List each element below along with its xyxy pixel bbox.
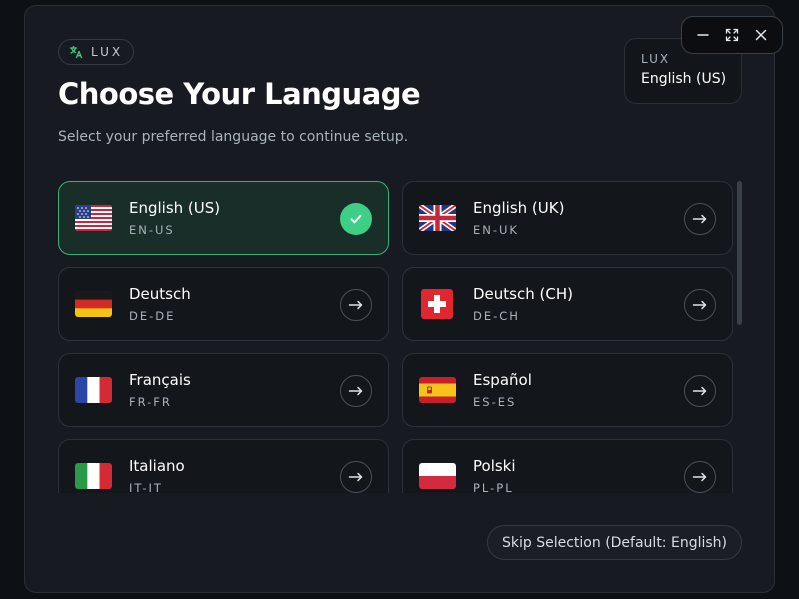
- language-code: DE-CH: [473, 309, 520, 323]
- flag-es-icon: [419, 377, 456, 403]
- page-subtitle: Select your preferred language to contin…: [58, 129, 409, 145]
- flag-fr-icon: [75, 377, 112, 403]
- language-option-de-de[interactable]: Deutsch DE-DE: [58, 267, 389, 341]
- page-title: Choose Your Language: [58, 77, 421, 111]
- language-option-en-uk[interactable]: English (UK) EN-UK: [402, 181, 733, 255]
- language-code: EN-US: [129, 223, 175, 237]
- language-name: Español: [473, 371, 532, 389]
- language-name: English (US): [129, 199, 221, 217]
- current-language-label: LUX: [641, 52, 671, 66]
- language-name: Deutsch (CH): [473, 285, 573, 303]
- translate-icon: [69, 45, 83, 59]
- arrow-right-icon[interactable]: [684, 289, 716, 321]
- language-name: Polski: [473, 457, 516, 475]
- language-name: Italiano: [129, 457, 185, 475]
- flag-uk-icon: [419, 205, 456, 231]
- check-icon: [340, 203, 372, 235]
- flag-us-icon: [75, 205, 112, 231]
- language-option-de-ch[interactable]: Deutsch (CH) DE-CH: [402, 267, 733, 341]
- language-list[interactable]: English (US) EN-US English (UK) EN-UK De…: [58, 181, 736, 493]
- flag-pl-icon: [419, 463, 456, 489]
- arrow-right-icon[interactable]: [684, 461, 716, 493]
- language-option-es-es[interactable]: Español ES-ES: [402, 353, 733, 427]
- flag-de-icon: [75, 291, 112, 317]
- expand-icon[interactable]: [721, 24, 743, 46]
- brand-name: LUX: [91, 45, 124, 59]
- flag-ch-icon: [421, 289, 453, 319]
- skip-selection-button[interactable]: Skip Selection (Default: English): [487, 525, 742, 560]
- flag-it-icon: [75, 463, 112, 489]
- brand-badge: LUX: [58, 39, 135, 65]
- window-controls: [681, 16, 783, 54]
- arrow-right-icon[interactable]: [340, 375, 372, 407]
- arrow-right-icon[interactable]: [340, 289, 372, 321]
- setup-window: LUX Choose Your Language Select your pre…: [24, 5, 775, 593]
- language-code: DE-DE: [129, 309, 176, 323]
- arrow-right-icon[interactable]: [684, 375, 716, 407]
- list-scrollbar[interactable]: [737, 181, 742, 325]
- language-code: ES-ES: [473, 395, 517, 409]
- language-code: PL-PL: [473, 481, 514, 493]
- language-option-en-us[interactable]: English (US) EN-US: [58, 181, 389, 255]
- language-name: Deutsch: [129, 285, 191, 303]
- arrow-right-icon[interactable]: [340, 461, 372, 493]
- language-code: EN-UK: [473, 223, 519, 237]
- language-option-fr-fr[interactable]: Français FR-FR: [58, 353, 389, 427]
- language-option-pl-pl[interactable]: Polski PL-PL: [402, 439, 733, 493]
- current-language-value: English (US): [641, 71, 727, 87]
- language-name: Français: [129, 371, 191, 389]
- arrow-right-icon[interactable]: [684, 203, 716, 235]
- language-code: FR-FR: [129, 395, 172, 409]
- minimize-icon[interactable]: [692, 24, 714, 46]
- language-code: IT-IT: [129, 481, 163, 493]
- close-icon[interactable]: [750, 24, 772, 46]
- language-option-it-it[interactable]: Italiano IT-IT: [58, 439, 389, 493]
- language-name: English (UK): [473, 199, 565, 217]
